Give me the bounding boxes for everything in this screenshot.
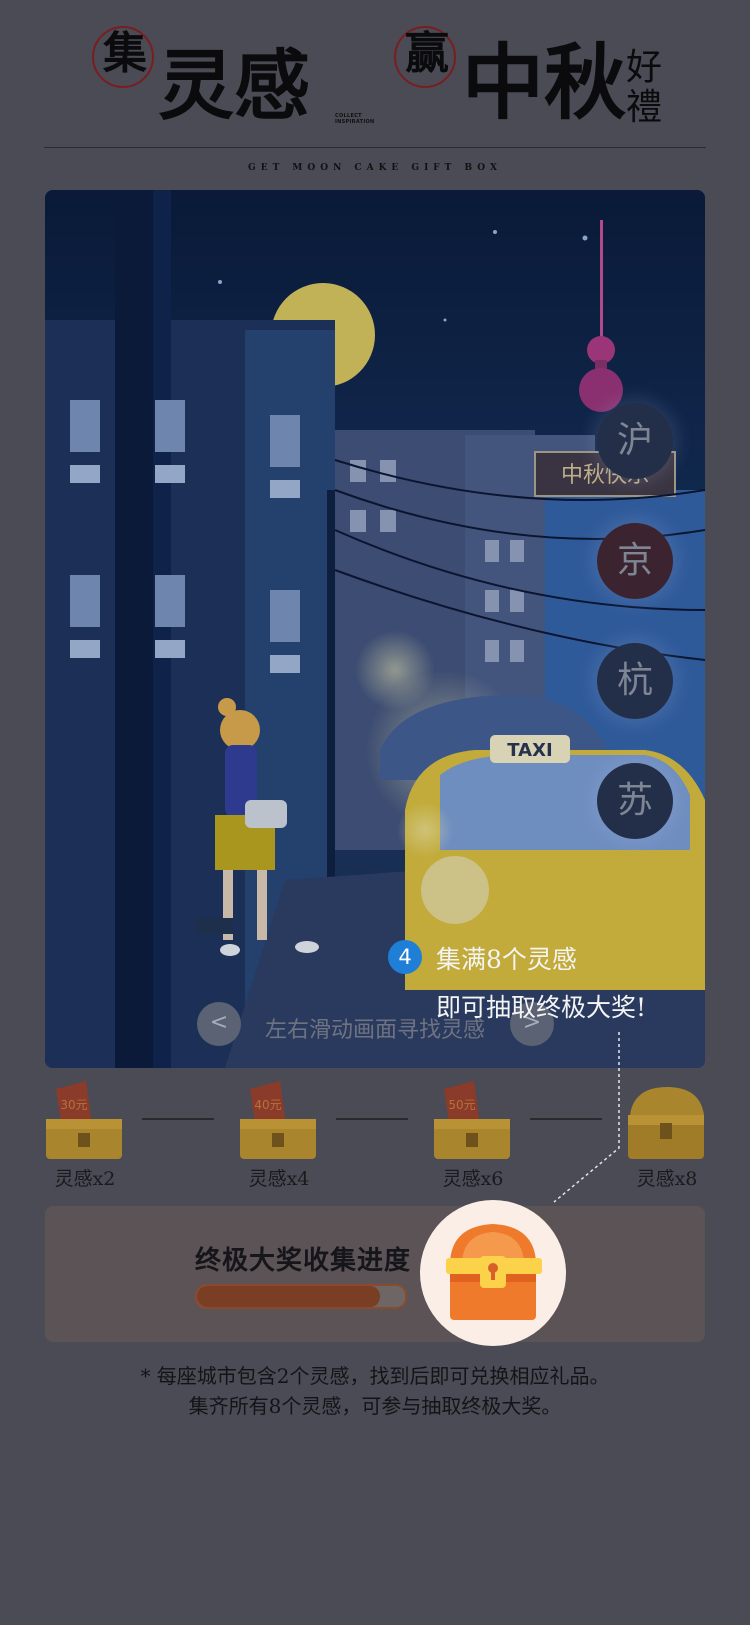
header-divider [44, 147, 706, 148]
collect-seal-char: 集 [103, 28, 147, 79]
reward-label-1: 灵感x2 [54, 1168, 116, 1190]
guide-text-line2: 即可抽取终极大奖! [436, 993, 647, 1022]
svg-text:30元: 30元 [60, 1098, 87, 1112]
title-gift-top: 好 [626, 47, 663, 88]
reward-chest-2-icon: 40元 [240, 1081, 316, 1159]
guide-step-badge: 4 [388, 940, 422, 974]
title-collect: 灵感 [158, 41, 310, 130]
reward-connector-1 [142, 1118, 214, 1120]
page-subtitle: GET MOON CAKE GIFT BOX [248, 163, 502, 173]
progress-bar [195, 1284, 407, 1309]
svg-text:40元: 40元 [254, 1098, 281, 1112]
reward-chest-3-icon: 50元 [434, 1081, 510, 1159]
reward-connector-3 [530, 1118, 602, 1120]
reward-label-4: 灵感x8 [636, 1168, 698, 1190]
title-gift-bottom: 禮 [626, 87, 663, 128]
reward-label-2: 灵感x4 [248, 1168, 310, 1190]
guide-text-line1: 集满8个灵感 [436, 945, 577, 974]
city-button-beijing[interactable]: 京 [597, 523, 673, 599]
reward-chest-4[interactable] [624, 1075, 710, 1165]
treasure-chest-icon [446, 1224, 542, 1320]
grand-prize-chest-button[interactable] [420, 1200, 566, 1346]
rule-note-line1: * 每座城市包含2个灵感，找到后即可兑换相应礼品。 [140, 1364, 610, 1388]
prev-arrow-button[interactable]: < [197, 1002, 241, 1046]
reward-connector-2 [336, 1118, 408, 1120]
reward-chest-3[interactable]: 50元 [430, 1075, 516, 1165]
svg-text:50元: 50元 [448, 1098, 475, 1112]
progress-bar-fill [197, 1286, 381, 1307]
reward-chest-1-icon: 30元 [46, 1081, 122, 1159]
reward-chest-2[interactable]: 40元 [236, 1075, 322, 1165]
city-button-suzhou[interactable]: 苏 [597, 763, 673, 839]
rule-note-line2: 集齐所有8个灵感，可参与抽取终极大奖。 [188, 1394, 562, 1418]
taxi-sign-text: TAXI [507, 740, 552, 761]
title-win: 中秋 [462, 35, 627, 131]
reward-chest-1[interactable]: 30元 [42, 1075, 128, 1165]
city-scene[interactable]: 中秋快乐 TAXI 沪 京 杭 苏 < 左右滑动画面寻找灵感 > [45, 190, 705, 1068]
progress-title: 终极大奖收集进度 [195, 1246, 412, 1276]
win-seal-char: 赢 [405, 28, 449, 79]
city-button-hangzhou[interactable]: 杭 [597, 643, 673, 719]
scene-illustration: 中秋快乐 TAXI [45, 190, 705, 1068]
reward-chest-4-icon [628, 1087, 704, 1159]
city-button-shanghai[interactable]: 沪 [597, 403, 673, 479]
collect-tiny-2: INSPIRATION [335, 119, 375, 125]
reward-label-3: 灵感x6 [442, 1168, 504, 1190]
